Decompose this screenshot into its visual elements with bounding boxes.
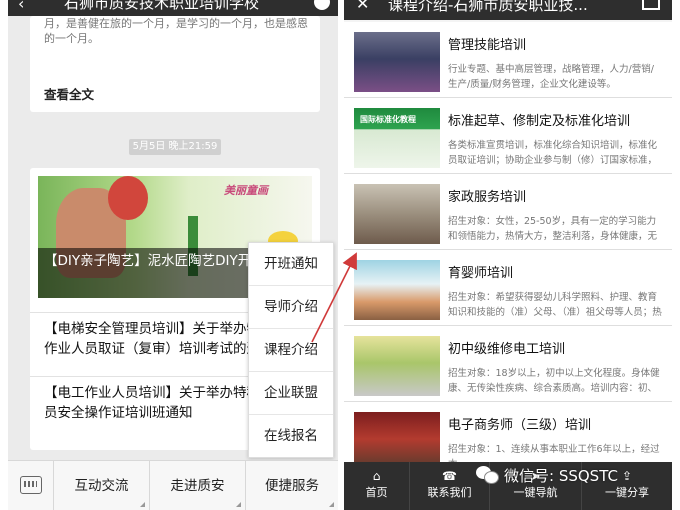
- nav-home[interactable]: ⌂ 首页: [344, 462, 410, 510]
- read-full-text-link[interactable]: 查看全文: [44, 84, 94, 103]
- course-description: 行业专题、基中高层管理，战略管理，人力/营销/生产/质量/财务管理，企业文化建设…: [448, 64, 654, 90]
- course-description: 各类标准宣贯培训，标准化综合知识培训，标准化员取证培训；协助企业参与制（修）订国…: [448, 140, 658, 166]
- menu-item-class-notice[interactable]: 开班通知: [249, 243, 333, 286]
- close-icon[interactable]: ✕: [356, 0, 369, 13]
- thumbnail-label: 国际标准化教程: [360, 115, 416, 124]
- message-timestamp: 5月5日 晚上21:59: [129, 139, 221, 155]
- course-description: 招生对象：希望获得婴幼儿科学照料、护理、教育知识和技能的（准）父母、（准）祖父母…: [448, 292, 662, 318]
- menu-icon[interactable]: [642, 0, 660, 10]
- course-title: 管理技能培训: [448, 38, 527, 53]
- menu-tab-about[interactable]: 走进质安: [150, 461, 246, 510]
- submenu-indicator-icon: [236, 502, 241, 507]
- course-title: 电子商务师（三级）培训: [448, 418, 592, 433]
- right-header-title: 课程介绍-石狮市质安职业技...: [388, 0, 588, 14]
- course-list: 管理技能培训 行业专题、基中高层管理，战略管理，人力/营销/生产/质量/财务管理…: [344, 22, 672, 478]
- course-title: 初中级维修电工培训: [448, 342, 566, 357]
- left-phone-screen: ‹ 石狮市质安技术职业培训学校 月，是善健在旅的一个月，是学习的一个月，也是感恩…: [8, 0, 338, 510]
- course-item[interactable]: 育婴师培训 招生对象：希望获得婴幼儿科学照料、护理、教育知识和技能的（准）父母、…: [344, 250, 672, 326]
- left-title-bar: ‹ 石狮市质安技术职业培训学校: [8, 0, 338, 16]
- menu-tab-label: 便捷服务: [265, 478, 319, 494]
- submenu-indicator-icon: [329, 502, 334, 507]
- wechat-logo-icon: [476, 466, 499, 484]
- left-bottom-menu-bar: 互动交流 走进质安 便捷服务: [8, 460, 338, 510]
- right-title-bar: ✕ 课程介绍-石狮市质安职业技...: [344, 0, 672, 20]
- menu-tab-interaction[interactable]: 互动交流: [54, 461, 150, 510]
- course-thumbnail: [354, 260, 440, 320]
- course-thumbnail: [354, 32, 440, 92]
- menu-tab-label: 走进质安: [170, 478, 225, 494]
- back-arrow-icon[interactable]: ‹: [18, 0, 24, 12]
- home-icon: ⌂: [372, 469, 381, 483]
- nav-label: 首页: [365, 486, 388, 499]
- right-phone-screen: ✕ 课程介绍-石狮市质安职业技... 管理技能培训 行业专题、基中高层管理，战略…: [344, 0, 672, 510]
- course-thumbnail: [354, 184, 440, 244]
- left-header-title: 石狮市质安技术职业培训学校: [64, 0, 260, 12]
- watermark-text: 微信号: SSQSTC: [504, 466, 618, 485]
- keyboard-icon: [20, 476, 42, 494]
- menu-item-course-intro[interactable]: 课程介绍: [249, 329, 333, 372]
- photo-sign-text: 美丽童画: [224, 184, 268, 197]
- photo-shape: [108, 176, 148, 220]
- message-card[interactable]: 月，是善健在旅的一个月，是学习的一个月，也是感恩的一个月。 查看全文: [30, 16, 320, 112]
- service-popup-menu: 开班通知 导师介绍 课程介绍 企业联盟 在线报名: [248, 242, 334, 458]
- course-item[interactable]: 初中级维修电工培训 招生对象：18岁以上，初中以上文化程度。身体健康、无传染性疾…: [344, 326, 672, 402]
- course-item[interactable]: 管理技能培训 行业专题、基中高层管理，战略管理，人力/营销/生产/质量/财务管理…: [344, 22, 672, 98]
- stage: ‹ 石狮市质安技术职业培训学校 月，是善健在旅的一个月，是学习的一个月，也是感恩…: [0, 0, 680, 510]
- course-thumbnail: 国际标准化教程: [354, 108, 440, 168]
- message-snippet: 月，是善健在旅的一个月，是学习的一个月，也是感恩的一个月。: [44, 17, 308, 45]
- submenu-indicator-icon: [140, 502, 145, 507]
- course-title: 育婴师培训: [448, 266, 514, 281]
- course-description: 招生对象：女性，25-50岁，具有一定的学习能力和领悟能力，热情大方，整洁利落，…: [448, 216, 658, 242]
- keyboard-toggle-button[interactable]: [8, 461, 54, 510]
- course-title: 家政服务培训: [448, 190, 527, 205]
- menu-item-enterprise-alliance[interactable]: 企业联盟: [249, 372, 333, 415]
- course-item[interactable]: 国际标准化教程 标准起草、修制定及标准化培训 各类标准宣贯培训，标准化综合知识培…: [344, 98, 672, 174]
- menu-tab-services[interactable]: 便捷服务: [246, 461, 338, 510]
- menu-item-online-signup[interactable]: 在线报名: [249, 415, 333, 458]
- profile-icon[interactable]: [314, 0, 330, 10]
- course-item[interactable]: 家政服务培训 招生对象：女性，25-50岁，具有一定的学习能力和领悟能力，热情大…: [344, 174, 672, 250]
- wechat-watermark: 微信号: SSQSTC: [476, 462, 618, 488]
- course-thumbnail: [354, 336, 440, 396]
- course-title: 标准起草、修制定及标准化培训: [448, 114, 631, 129]
- course-description: 招生对象：18岁以上，初中以上文化程度。身体健康、无传染性疾病、综合素质高。培训…: [448, 368, 660, 394]
- menu-tab-label: 互动交流: [74, 478, 129, 494]
- menu-item-tutor-intro[interactable]: 导师介绍: [249, 286, 333, 329]
